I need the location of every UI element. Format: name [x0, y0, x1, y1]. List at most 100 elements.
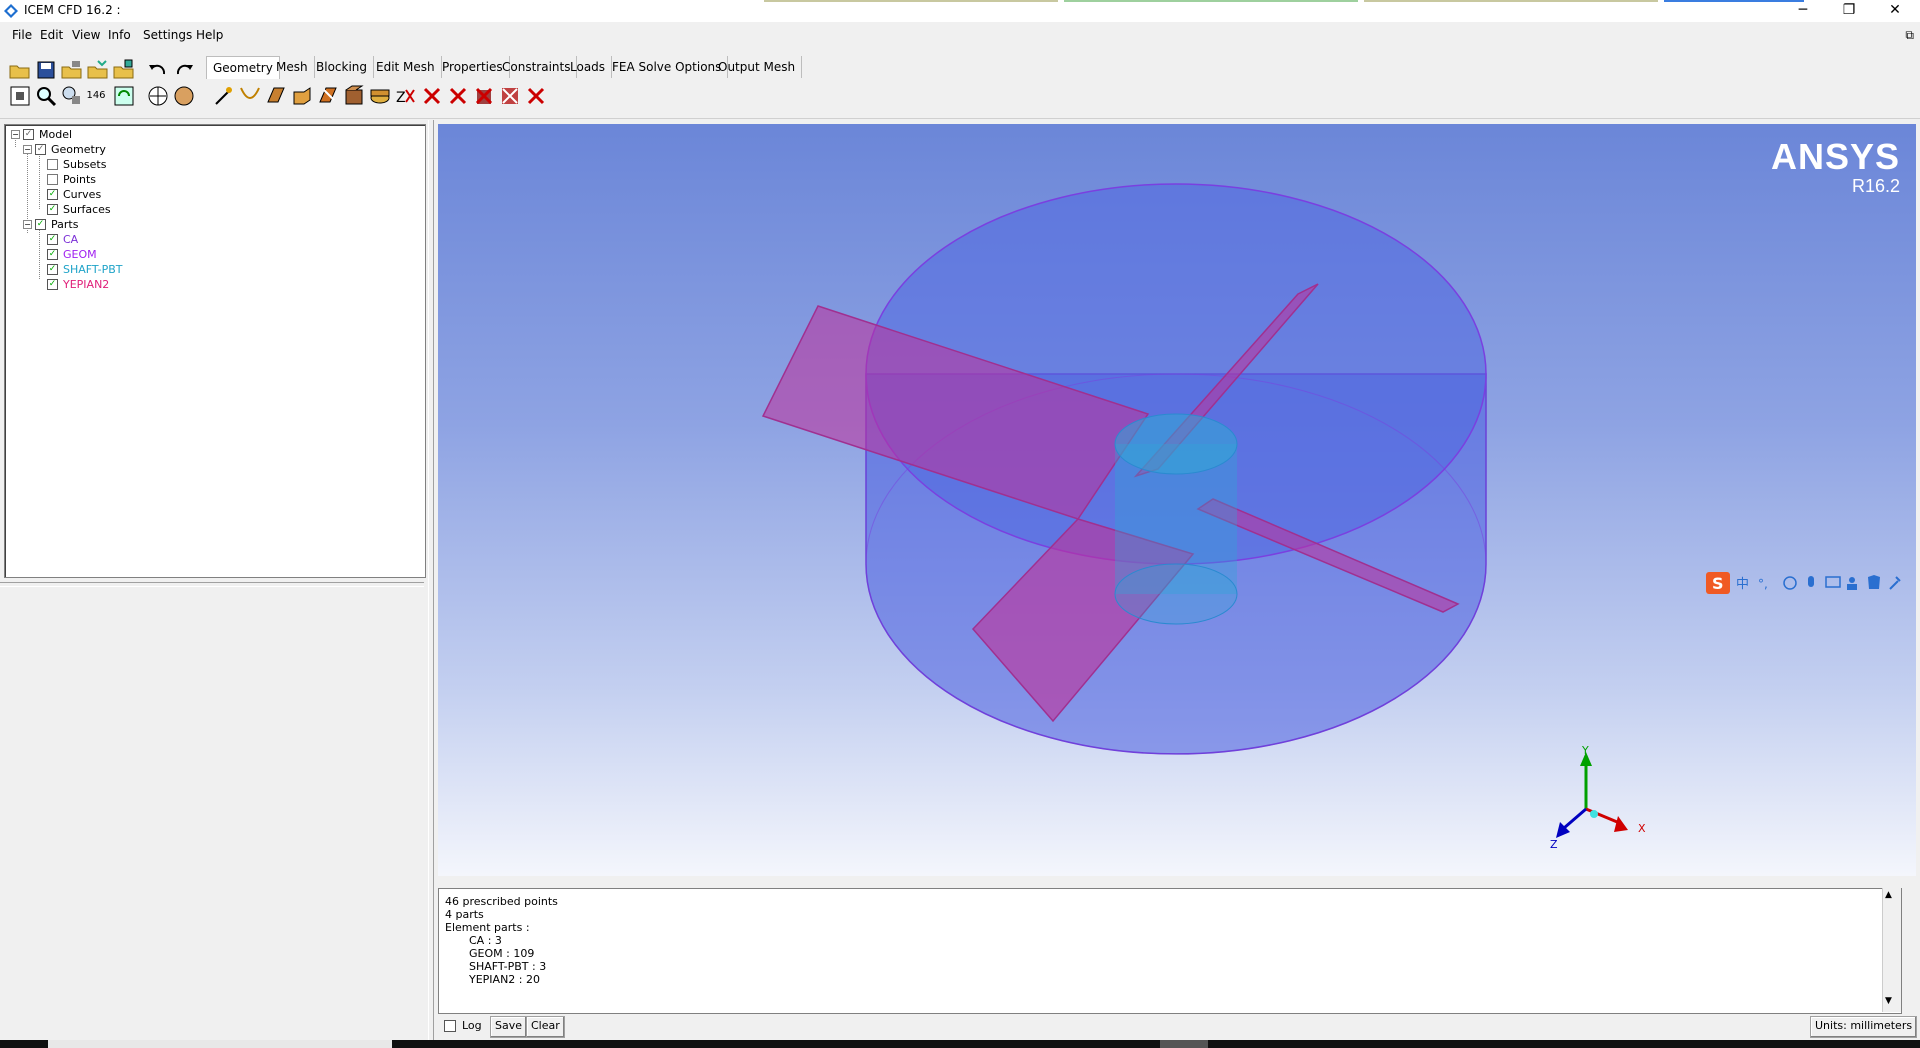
collapse-icon[interactable]: −	[23, 144, 32, 154]
undo-icon[interactable]	[146, 58, 170, 82]
parts-checkbox[interactable]: ✓	[35, 218, 46, 230]
ime-toolbar: S 中 °,	[1704, 570, 1916, 596]
delete-body-icon[interactable]	[472, 84, 496, 108]
tree-part-item[interactable]: ✓ CA	[47, 233, 78, 246]
tree-subsets[interactable]: Subsets	[47, 158, 106, 171]
tree-surfaces[interactable]: ✓ Surfaces	[47, 203, 111, 216]
delete-surface-icon[interactable]	[446, 84, 470, 108]
save-project-icon[interactable]	[34, 58, 58, 82]
zoom-icon[interactable]	[34, 84, 58, 108]
ime-punctuation-icon: °,	[1758, 577, 1768, 591]
fit-window-icon[interactable]	[8, 84, 32, 108]
collapse-icon[interactable]: −	[11, 129, 20, 139]
tree-model[interactable]: − ✓ Model	[11, 128, 72, 141]
menu-file[interactable]: File	[12, 28, 32, 42]
background-window-strip	[1064, 0, 1358, 2]
create-body-icon[interactable]	[290, 84, 314, 108]
tree-parts[interactable]: − ✓ Parts	[23, 218, 78, 231]
redo-icon[interactable]	[172, 58, 196, 82]
tree-curves[interactable]: ✓ Curves	[47, 188, 101, 201]
tree-geometry[interactable]: − ✓ Geometry	[23, 143, 106, 156]
restore-dormant-icon[interactable]	[368, 84, 392, 108]
create-curve-icon[interactable]	[238, 84, 262, 108]
scroll-up-icon[interactable]: ▲	[1885, 890, 1892, 900]
part-yepian2-checkbox[interactable]: ✓	[47, 278, 58, 290]
open-mesh-icon[interactable]	[86, 58, 110, 82]
panel-splitter[interactable]	[0, 582, 424, 587]
menu-info[interactable]: Info	[108, 28, 131, 42]
delete-point-icon[interactable]: Z	[394, 84, 418, 108]
save-button[interactable]: Save	[490, 1016, 528, 1038]
menu-help[interactable]: Help	[196, 28, 223, 42]
shaft	[1114, 413, 1238, 625]
model-visibility-checkbox[interactable]: ✓	[23, 128, 34, 140]
open-geometry-icon[interactable]	[60, 58, 84, 82]
solid-view-icon[interactable]	[172, 84, 196, 108]
create-surface-icon[interactable]	[264, 84, 288, 108]
part-shaft-pbt-checkbox[interactable]: ✓	[47, 263, 58, 275]
geometry-visibility-checkbox[interactable]: ✓	[35, 143, 46, 155]
part-ca-checkbox[interactable]: ✓	[47, 233, 58, 245]
create-point-icon[interactable]	[212, 84, 236, 108]
vertical-splitter[interactable]	[428, 120, 434, 1040]
axis-y-label: Y	[1581, 744, 1589, 757]
tree-subsets-label: Subsets	[63, 158, 107, 171]
tab-edit-mesh[interactable]: Edit Mesh	[370, 56, 442, 78]
tree-points[interactable]: Points	[47, 173, 96, 186]
geometry-transform-icon[interactable]	[342, 84, 366, 108]
delete-curve-icon[interactable]	[420, 84, 444, 108]
maximize-button[interactable]: ❐	[1826, 0, 1872, 20]
axis-z-label: Z	[1550, 838, 1558, 851]
open-blocking-icon[interactable]	[112, 58, 136, 82]
taskbar-item[interactable]	[48, 1040, 392, 1048]
menu-view[interactable]: View	[72, 28, 100, 42]
tree-part-item[interactable]: ✓ SHAFT-PBT	[47, 263, 123, 276]
part-shaft-pbt-label: SHAFT-PBT	[63, 263, 123, 276]
console-line: SHAFT-PBT : 3	[469, 960, 547, 973]
collapse-icon[interactable]: −	[23, 219, 32, 229]
open-project-icon[interactable]	[8, 58, 32, 82]
axis-triad: Y X Z	[1550, 744, 1646, 851]
refresh-display-icon[interactable]	[112, 84, 136, 108]
tree-part-item[interactable]: ✓ GEOM	[47, 248, 97, 261]
tab-geometry[interactable]: Geometry	[206, 56, 280, 79]
close-button[interactable]: ✕	[1872, 0, 1918, 20]
menu-settings[interactable]: Settings	[143, 28, 192, 42]
icem-logo-icon	[4, 4, 18, 18]
tab-blocking[interactable]: Blocking	[310, 56, 375, 78]
tab-mesh[interactable]: Mesh	[270, 56, 315, 78]
graphics-viewport[interactable]: ANSYS R16.2 Y X Z	[438, 124, 1916, 876]
restore-down-icon[interactable]: ⧉	[1905, 28, 1914, 43]
surfaces-checkbox[interactable]: ✓	[47, 203, 58, 215]
tab-fea-solve-options[interactable]: FEA Solve Options	[606, 56, 729, 78]
tree-points-label: Points	[63, 173, 97, 186]
distance-tool-icon[interactable]: 146	[84, 84, 108, 108]
console-scrollbar[interactable]: ▲ ▼	[1882, 888, 1901, 1012]
scroll-down-icon[interactable]: ▼	[1885, 996, 1892, 1006]
log-checkbox[interactable]	[444, 1020, 456, 1032]
subsets-checkbox[interactable]	[47, 158, 58, 170]
measure-icon[interactable]	[60, 84, 84, 108]
delete-any-entity-icon[interactable]	[498, 84, 522, 108]
tree-part-item[interactable]: ✓ YEPIAN2	[47, 278, 109, 291]
delete-all-icon[interactable]	[524, 84, 548, 108]
repair-geometry-icon[interactable]	[316, 84, 340, 108]
tab-output-mesh[interactable]: Output Mesh	[712, 56, 803, 78]
os-taskbar	[0, 1040, 1920, 1048]
console-line: Element parts :	[445, 921, 530, 934]
curves-checkbox[interactable]: ✓	[47, 188, 58, 200]
message-console[interactable]: 46 prescribed points 4 parts Element par…	[438, 888, 1902, 1014]
svg-text:Z: Z	[396, 90, 406, 106]
clear-button[interactable]: Clear	[526, 1016, 565, 1038]
tab-loads[interactable]: Loads	[564, 56, 613, 78]
svg-text:S: S	[1712, 574, 1724, 593]
part-geom-checkbox[interactable]: ✓	[47, 248, 58, 260]
points-checkbox[interactable]	[47, 173, 58, 185]
wireframe-view-icon[interactable]	[146, 84, 170, 108]
menu-bar: File Edit View Info Settings Help	[0, 26, 1920, 46]
taskbar-item[interactable]	[1160, 1040, 1208, 1048]
menu-edit[interactable]: Edit	[40, 28, 63, 42]
minimize-button[interactable]: ─	[1780, 0, 1826, 20]
tree-geometry-label: Geometry	[51, 143, 106, 156]
console-line: 46 prescribed points	[445, 895, 558, 908]
